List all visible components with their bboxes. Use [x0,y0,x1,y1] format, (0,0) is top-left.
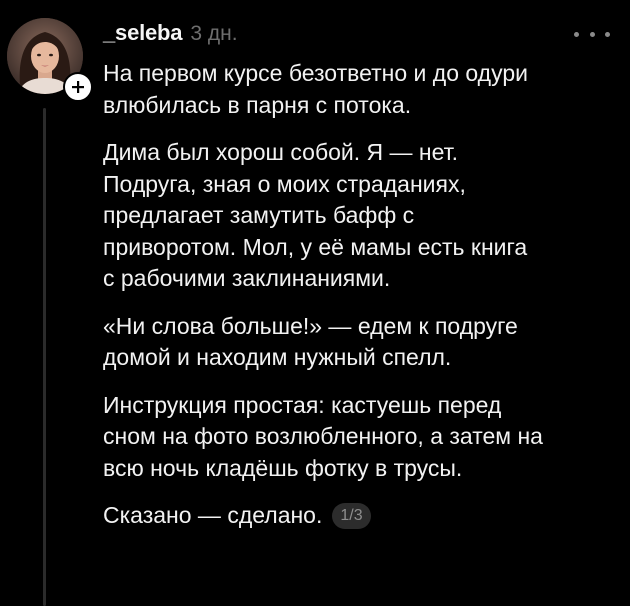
post-paragraph: Сказано — сделано. 1/3 [103,500,623,532]
post-timestamp: 3 дн. [190,22,238,45]
post-header: _seleba 3 дн. [103,20,238,50]
post-body: На первом курсе безответно и до одури вл… [103,58,623,532]
post-paragraph: На первом курсе безответно и до одури вл… [103,58,623,121]
text-line: приворотом. Мол, у её мамы есть книга [103,233,528,260]
more-horizontal-icon-dot-3 [605,31,610,37]
post-paragraph: «Ни слова больше!» — едем к подруге домо… [103,311,623,374]
text-line: Дима был хорош собой. Я — нет. [103,139,459,165]
carousel-page-indicator[interactable]: 1/3 [332,502,371,529]
last-line-text: Сказано — сделано. [103,502,323,528]
text-line: домой и находим нужный спелл. [103,344,452,370]
text-line: влюбилась в парня с потока. [103,91,412,118]
more-options-button[interactable] [574,26,610,42]
follow-button[interactable] [63,72,93,102]
text-line: «Ни слова больше!» — едем к подруге [103,312,518,339]
post-paragraph: Инструкция простая: кастуешь перед сном … [103,390,623,485]
thread-post: _seleba 3 дн. На первом курсе безответно… [0,0,630,606]
text-line: сном на фото возлюбленного, а затем на [103,423,543,449]
text-line: На первом курсе безответно и до одури [103,60,528,86]
plus-icon [72,81,84,93]
text-line: всю ночь кладёшь фотку в трусы. [103,454,463,481]
more-horizontal-icon-dot-2 [589,31,595,37]
text-line: предлагает замутить бафф с [103,202,415,228]
text-line: с рабочими заклинаниями. [103,265,391,291]
thread-line [43,108,46,606]
text-line-last: Сказано — сделано. 1/3 [103,500,623,532]
text-line: Подруга, зная о моих страданиях, [103,170,466,197]
post-paragraph: Дима был хорош собой. Я — нет. Подруга, … [103,137,623,295]
more-horizontal-icon [574,31,579,37]
author-username[interactable]: _seleba [103,20,183,46]
text-line: Инструкция простая: кастуешь перед [103,391,502,418]
